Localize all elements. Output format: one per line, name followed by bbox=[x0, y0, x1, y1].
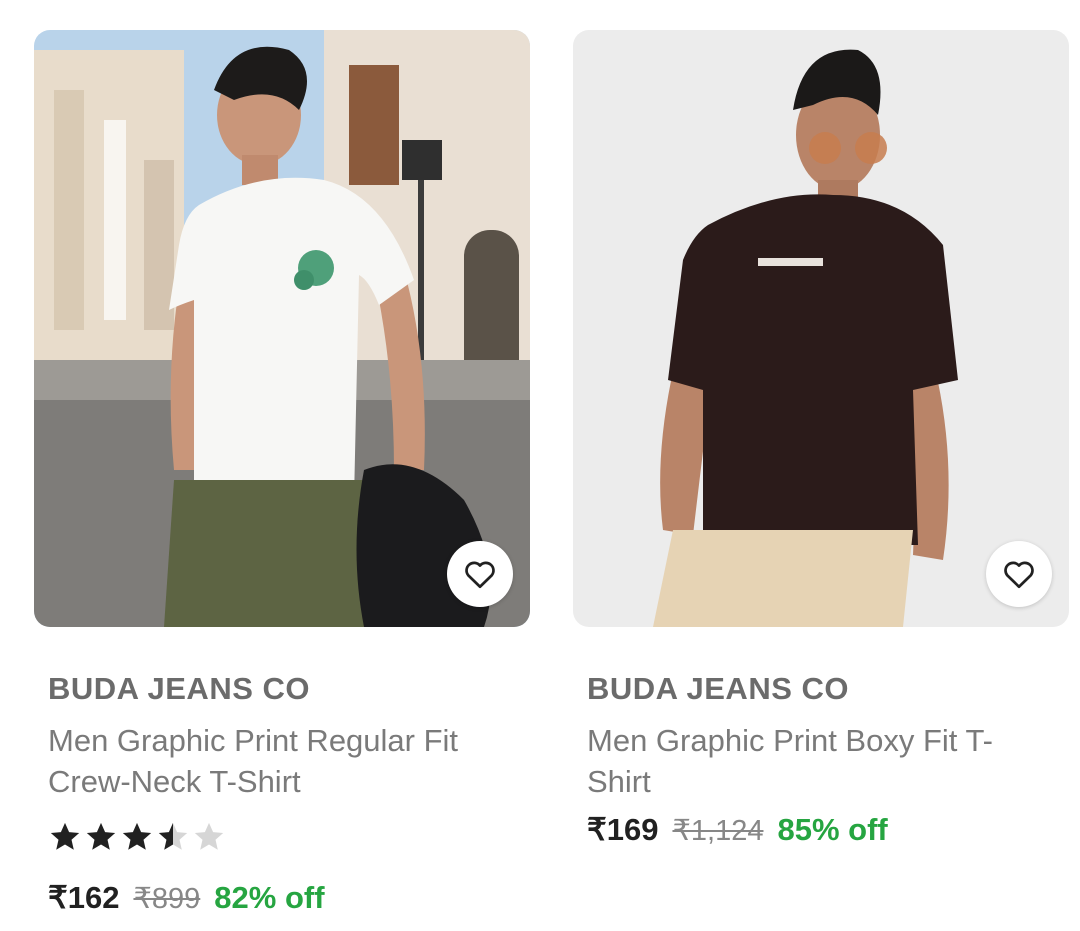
heart-outline-icon bbox=[1004, 561, 1034, 589]
product-photo bbox=[34, 30, 530, 627]
star-icon bbox=[86, 822, 116, 850]
product-title[interactable]: Men Graphic Print Regular Fit Crew-Neck … bbox=[48, 720, 508, 802]
product-image[interactable] bbox=[34, 30, 530, 627]
wishlist-button[interactable] bbox=[986, 541, 1052, 607]
product-image[interactable] bbox=[573, 30, 1069, 627]
rating-stars bbox=[48, 820, 226, 854]
discount-label: 82% off bbox=[214, 880, 325, 915]
heart-outline-icon bbox=[465, 561, 495, 589]
star-icon bbox=[50, 822, 80, 850]
selling-price: ₹162 bbox=[48, 880, 120, 915]
price-row: ₹162 ₹899 82% off bbox=[48, 880, 325, 916]
star-icon bbox=[122, 822, 152, 850]
product-card[interactable]: BUDA JEANS CO Men Graphic Print Boxy Fit… bbox=[573, 30, 1069, 847]
product-title[interactable]: Men Graphic Print Boxy Fit T-Shirt bbox=[587, 720, 1047, 802]
original-price: ₹1,124 bbox=[672, 815, 764, 847]
star-half-icon bbox=[158, 822, 188, 850]
wishlist-button[interactable] bbox=[447, 541, 513, 607]
product-brand: BUDA JEANS CO bbox=[48, 671, 310, 706]
selling-price: ₹169 bbox=[587, 812, 659, 847]
original-price: ₹899 bbox=[133, 883, 201, 915]
product-photo bbox=[573, 30, 1069, 627]
product-card[interactable]: BUDA JEANS CO Men Graphic Print Regular … bbox=[34, 30, 530, 915]
product-brand: BUDA JEANS CO bbox=[587, 671, 849, 706]
price-row: ₹169 ₹1,124 85% off bbox=[587, 812, 888, 848]
star-empty-icon bbox=[194, 822, 224, 850]
discount-label: 85% off bbox=[777, 812, 888, 847]
